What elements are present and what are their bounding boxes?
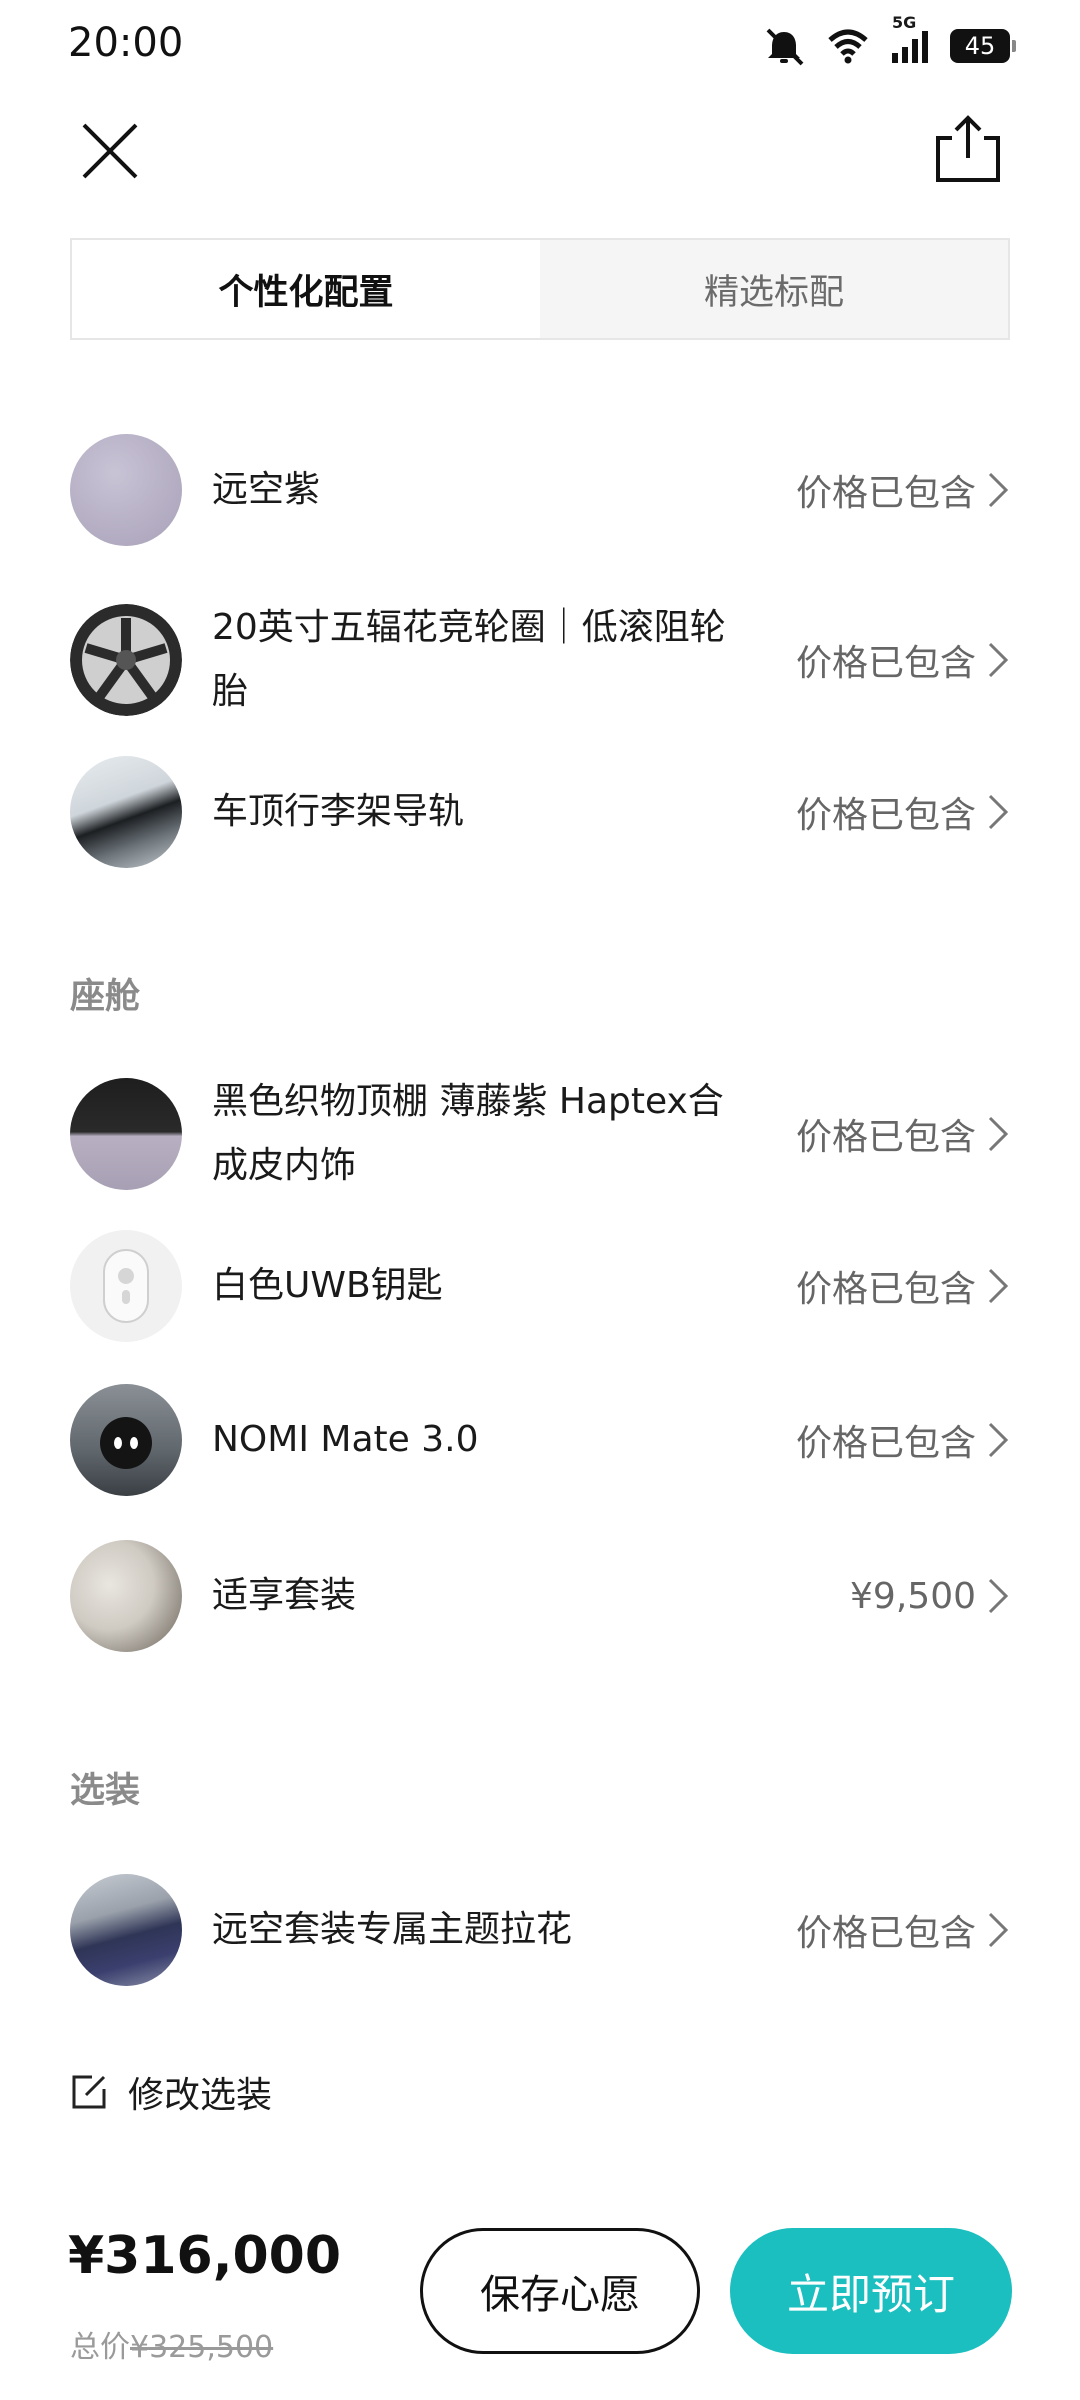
status-time: 20:00 (68, 20, 184, 66)
section-label-cabin: 座舱 (70, 977, 141, 1017)
section-label-options: 选装 (70, 1771, 141, 1811)
list-item-comfort-package[interactable]: 适享套装 ¥9,500 (70, 1540, 1010, 1652)
list-item-title: 远空紫 (212, 469, 321, 510)
interior-thumb (70, 1078, 182, 1190)
close-icon (82, 123, 138, 179)
original-price-prefix: 总价 (70, 2330, 130, 2365)
network-label: 5G (892, 13, 917, 32)
close-button[interactable] (74, 115, 146, 187)
color-swatch-thumb (70, 434, 182, 546)
key-thumb (70, 1230, 182, 1342)
chevron-right-icon (988, 1268, 1009, 1304)
list-item-price: 价格已包含 (795, 795, 976, 836)
share-icon (936, 115, 1000, 182)
chevron-right-icon (988, 1116, 1009, 1152)
signal-icon: 5G (890, 13, 930, 65)
list-item-price: 价格已包含 (795, 1423, 976, 1464)
tab-standard[interactable]: 精选标配 (540, 240, 1008, 338)
mute-icon (762, 26, 806, 66)
config-tabs: 个性化配置 精选标配 (70, 238, 1010, 340)
roof-rail-thumb (70, 756, 182, 868)
status-icons: 5G 45 (762, 13, 1016, 66)
wheel-thumb (70, 604, 182, 716)
list-item-uwb-key[interactable]: 白色UWB钥匙 价格已包含 (70, 1230, 1010, 1342)
original-price: 总价¥325,500 (70, 2322, 273, 2366)
list-item-title: 适享套装 (212, 1575, 357, 1616)
order-now-button[interactable]: 立即预订 (730, 2228, 1012, 2354)
list-item-nomi[interactable]: NOMI Mate 3.0 价格已包含 (70, 1384, 1010, 1496)
wifi-icon (826, 28, 870, 64)
chevron-right-icon (988, 794, 1009, 830)
list-item-title: 车顶行李架导轨 (212, 791, 465, 832)
list-item-price: 价格已包含 (795, 473, 976, 514)
list-item-title: 远空套装专属主题拉花 (212, 1909, 573, 1950)
list-item-price: 价格已包含 (795, 1913, 976, 1954)
list-item-title: NOMI Mate 3.0 (212, 1419, 479, 1460)
tab-personalized[interactable]: 个性化配置 (72, 240, 540, 338)
list-item-decal[interactable]: 远空套装专属主题拉花 价格已包含 (70, 1874, 1010, 1986)
modify-options-label: 修改选装 (128, 2075, 273, 2116)
list-item-price: 价格已包含 (795, 643, 976, 684)
save-wish-button[interactable]: 保存心愿 (420, 2228, 700, 2354)
chevron-right-icon (988, 1912, 1009, 1948)
list-item-roof-rails[interactable]: 车顶行李架导轨 价格已包含 (70, 756, 1010, 868)
share-button[interactable] (932, 112, 1004, 186)
list-item-price: 价格已包含 (795, 1269, 976, 1310)
chevron-right-icon (988, 1422, 1009, 1458)
chevron-right-icon (988, 472, 1009, 508)
decal-thumb (70, 1874, 182, 1986)
original-price-value: ¥325,500 (130, 2330, 274, 2365)
list-item-title: 20英寸五辐花竞轮圈｜低滚阻轮胎 (212, 607, 726, 712)
list-item-price: 价格已包含 (795, 1117, 976, 1158)
chevron-right-icon (988, 642, 1009, 678)
modify-options-button[interactable]: 修改选装 (70, 2066, 272, 2118)
list-item-price: ¥9,500 (850, 1575, 976, 1617)
list-item-title: 黑色织物顶棚 薄藤紫 Haptex合成皮内饰 (212, 1081, 724, 1186)
edit-icon (72, 2075, 106, 2109)
status-bar: 20:00 5G 45 (0, 0, 1080, 96)
list-item-interior[interactable]: 黑色织物顶棚 薄藤紫 Haptex合成皮内饰 价格已包含 (70, 1070, 1010, 1198)
battery-icon: 45 (950, 29, 1016, 63)
list-item-color[interactable]: 远空紫 价格已包含 (70, 434, 1010, 546)
list-item-title: 白色UWB钥匙 (212, 1265, 443, 1306)
list-item-wheels[interactable]: 20英寸五辐花竞轮圈｜低滚阻轮胎 价格已包含 (70, 596, 1010, 724)
total-price: ¥316,000 (68, 2226, 342, 2286)
nomi-thumb (70, 1384, 182, 1496)
seat-thumb (70, 1540, 182, 1652)
chevron-right-icon (988, 1578, 1009, 1614)
